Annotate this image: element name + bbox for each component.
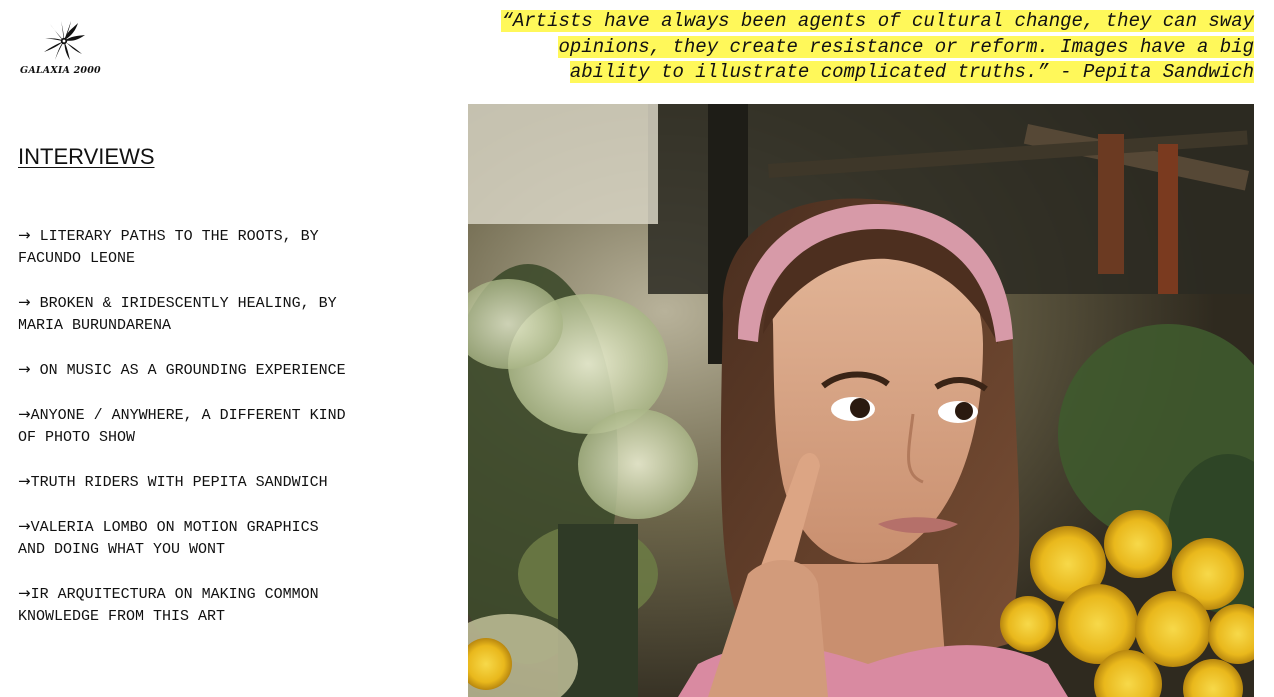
- section-title-interviews[interactable]: INTERVIEWS: [18, 144, 155, 170]
- arrow-right-icon: →: [18, 226, 31, 244]
- interview-title: TRUTH RIDERS WITH PEPITA SANDWICH: [30, 474, 328, 491]
- arrow-right-icon: →: [18, 472, 31, 490]
- arrow-right-icon: →: [18, 405, 31, 423]
- spiral-swirl-icon: [43, 21, 85, 60]
- list-item: →VALERIA LOMBO ON MOTION GRAPHICS AND DO…: [18, 515, 348, 561]
- list-item: →IR ARQUITECTURA ON MAKING COMMON KNOWLE…: [18, 582, 348, 628]
- pull-quote: “Artists have always been agents of cult…: [470, 9, 1254, 86]
- arrow-right-icon: →: [18, 584, 31, 602]
- interview-title: ON MUSIC AS A GROUNDING EXPERIENCE: [39, 362, 346, 379]
- interview-title: VALERIA LOMBO ON MOTION GRAPHICS AND DOI…: [18, 519, 319, 558]
- arrow-right-icon: →: [18, 360, 31, 378]
- arrow-right-icon: →: [18, 293, 31, 311]
- feature-photo: [468, 104, 1254, 697]
- site-logo[interactable]: GALAXIA 2000: [20, 20, 108, 78]
- interview-title: LITERARY PATHS TO THE ROOTS, BY FACUNDO …: [18, 228, 319, 267]
- interview-link-4[interactable]: →ANYONE / ANYWHERE, A DIFFERENT KIND OF …: [18, 403, 348, 449]
- list-item: → BROKEN & IRIDESCENTLY HEALING, BY MARIA…: [18, 291, 348, 337]
- interview-title: IR ARQUITECTURA ON MAKING COMMON KNOWLED…: [18, 586, 319, 625]
- interview-link-1[interactable]: → LITERARY PATHS TO THE ROOTS, BY FACUNDO…: [18, 224, 348, 270]
- interview-link-3[interactable]: → ON MUSIC AS A GROUNDING EXPERIENCE: [18, 358, 348, 382]
- interview-title: ANYONE / ANYWHERE, A DIFFERENT KIND OF P…: [18, 407, 346, 446]
- list-item: → ON MUSIC AS A GROUNDING EXPERIENCE: [18, 358, 348, 382]
- arrow-right-icon: →: [18, 517, 31, 535]
- list-item: → LITERARY PATHS TO THE ROOTS, BY FACUNDO…: [18, 224, 348, 270]
- list-item: →TRUTH RIDERS WITH PEPITA SANDWICH: [18, 470, 348, 494]
- interview-title: BROKEN & IRIDESCENTLY HEALING, BY MARIA …: [18, 295, 337, 334]
- logo-wordmark: GALAXIA 2000: [20, 65, 101, 76]
- quote-text: “Artists have always been agents of cult…: [501, 10, 1254, 83]
- list-item: →ANYONE / ANYWHERE, A DIFFERENT KIND OF …: [18, 403, 348, 449]
- portrait-image: [468, 104, 1254, 697]
- interview-link-2[interactable]: → BROKEN & IRIDESCENTLY HEALING, BY MARIA…: [18, 291, 348, 337]
- interview-link-6[interactable]: →VALERIA LOMBO ON MOTION GRAPHICS AND DO…: [18, 515, 348, 561]
- interview-list: → LITERARY PATHS TO THE ROOTS, BY FACUNDO…: [18, 224, 348, 649]
- interview-link-7[interactable]: →IR ARQUITECTURA ON MAKING COMMON KNOWLE…: [18, 582, 348, 628]
- interview-link-5[interactable]: →TRUTH RIDERS WITH PEPITA SANDWICH: [18, 470, 348, 494]
- page: GALAXIA 2000 INTERVIEWS → LITERARY PATHS …: [0, 0, 1274, 697]
